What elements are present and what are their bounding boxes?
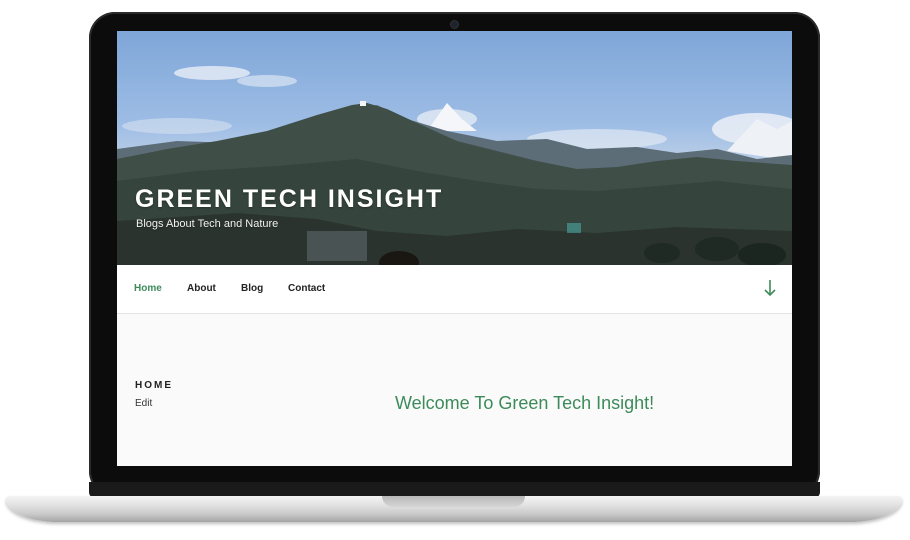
welcome-heading: Welcome To Green Tech Insight! <box>395 393 655 413</box>
camera-icon <box>451 21 458 28</box>
site-description: Blogs About Tech and Nature <box>136 218 279 230</box>
site-title[interactable]: GREEN TECH INSIGHT <box>135 185 443 214</box>
page-title: HOME <box>135 380 173 391</box>
main-navigation: Home About Blog Contact <box>117 265 792 314</box>
arrow-down-icon[interactable] <box>762 277 778 299</box>
nav-item-about[interactable]: About <box>187 283 216 294</box>
page-content: HOME Edit Welcome To Green Tech Insight! <box>117 314 792 466</box>
header-image: GREEN TECH INSIGHT Blogs About Tech and … <box>117 31 792 265</box>
laptop-notch <box>382 496 525 507</box>
nav-item-home[interactable]: Home <box>134 283 162 294</box>
edit-link[interactable]: Edit <box>135 398 152 409</box>
nav-item-contact[interactable]: Contact <box>288 283 325 294</box>
nav-item-blog[interactable]: Blog <box>241 283 263 294</box>
laptop-screen: GREEN TECH INSIGHT Blogs About Tech and … <box>117 31 792 466</box>
